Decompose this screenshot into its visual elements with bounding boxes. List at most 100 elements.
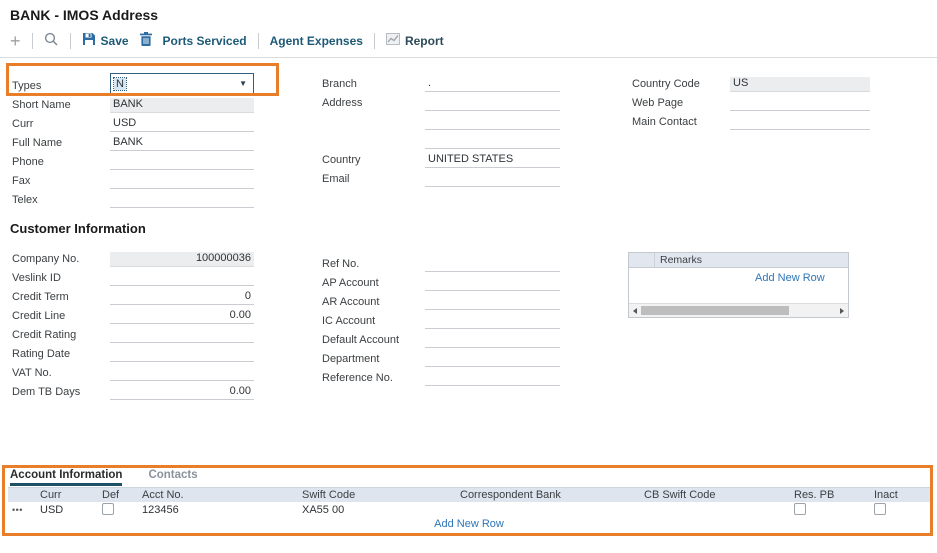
default-account-field[interactable]: [425, 333, 560, 348]
fax-field[interactable]: [110, 174, 254, 189]
main-contact-label: Main Contact: [632, 116, 730, 130]
remarks-add-new-row-link[interactable]: Add New Row: [755, 272, 825, 284]
telex-field[interactable]: [110, 193, 254, 208]
toolbar-separator: [374, 33, 375, 49]
def-checkbox[interactable]: [102, 503, 114, 515]
scrollbar-thumb[interactable]: [641, 306, 789, 315]
credit-term-field[interactable]: 0: [110, 290, 254, 305]
trash-icon: [140, 32, 152, 49]
agent-expenses-button[interactable]: Agent Expenses: [270, 34, 363, 48]
row-menu-icon[interactable]: •••: [8, 505, 36, 515]
ap-account-field[interactable]: [425, 276, 560, 291]
toolbar: + Save Ports Serviced Agent Expenses Rep…: [10, 29, 444, 52]
dem-tb-days-field[interactable]: 0.00: [110, 385, 254, 400]
types-label: Types: [12, 80, 110, 94]
company-no-label: Company No.: [12, 253, 110, 267]
col-header-res-pb[interactable]: Res. PB: [790, 489, 870, 501]
ports-serviced-button[interactable]: Ports Serviced: [163, 34, 247, 48]
address-line2-field[interactable]: [425, 115, 560, 130]
address-middle-column: Branch. Address CountryUNITED STATES Ema…: [322, 73, 560, 187]
address-line1-field[interactable]: [425, 96, 560, 111]
report-chart-icon: [386, 33, 400, 48]
credit-rating-field[interactable]: [110, 328, 254, 343]
search-button[interactable]: [44, 32, 59, 50]
rating-date-label: Rating Date: [12, 348, 110, 362]
tab-account-information[interactable]: Account Information: [10, 469, 122, 486]
scroll-right-icon[interactable]: [840, 308, 844, 314]
ar-account-field[interactable]: [425, 295, 560, 310]
address-spacer-label: [322, 147, 425, 149]
phone-field[interactable]: [110, 155, 254, 170]
address-label: Address: [322, 97, 425, 111]
full-name-label: Full Name: [12, 137, 110, 151]
res-pb-checkbox[interactable]: [794, 503, 806, 515]
row-acct-no-cell[interactable]: 123456: [138, 504, 298, 516]
search-icon: [44, 32, 59, 50]
default-account-label: Default Account: [322, 334, 425, 348]
col-header-cb-swift-code[interactable]: CB Swift Code: [640, 489, 790, 501]
row-curr-cell[interactable]: USD: [36, 504, 98, 516]
curr-field[interactable]: USD: [110, 117, 254, 132]
short-name-label: Short Name: [12, 99, 110, 113]
row-def-cell: [98, 503, 138, 518]
credit-line-field[interactable]: 0.00: [110, 309, 254, 324]
toolbar-separator: [258, 33, 259, 49]
remarks-column-header: Remarks: [655, 254, 702, 266]
address-line3-field[interactable]: [425, 134, 560, 149]
rating-date-field[interactable]: [110, 347, 254, 362]
delete-button[interactable]: [140, 32, 152, 49]
main-contact-field[interactable]: [730, 115, 870, 130]
vat-no-field[interactable]: [110, 366, 254, 381]
col-header-inact[interactable]: Inact: [870, 489, 930, 501]
branch-field[interactable]: .: [425, 77, 560, 92]
row-res-pb-cell: [790, 503, 870, 518]
chevron-down-icon: ▼: [239, 79, 247, 88]
dem-tb-days-label: Dem TB Days: [12, 386, 110, 400]
branch-label: Branch: [322, 78, 425, 92]
email-label: Email: [322, 173, 425, 187]
fax-label: Fax: [12, 175, 110, 189]
row-inact-cell: [870, 503, 930, 518]
department-field[interactable]: [425, 352, 560, 367]
save-button[interactable]: Save: [82, 32, 129, 49]
account-information-grid: Curr Def Acct No. Swift Code Corresponde…: [8, 487, 930, 534]
toolbar-separator: [70, 33, 71, 49]
ap-account-label: AP Account: [322, 277, 425, 291]
web-page-label: Web Page: [632, 97, 730, 111]
full-name-field[interactable]: BANK: [110, 136, 254, 151]
row-swift-code-cell[interactable]: XA55 00: [298, 504, 456, 516]
web-page-field[interactable]: [730, 96, 870, 111]
ref-no-field[interactable]: [425, 257, 560, 272]
types-value: N: [114, 78, 126, 90]
col-header-correspondent-bank[interactable]: Correspondent Bank: [456, 489, 640, 501]
company-no-field: 100000036: [110, 252, 254, 267]
remarks-handle-column: [629, 253, 655, 267]
country-label: Country: [322, 154, 425, 168]
reference-no-field[interactable]: [425, 371, 560, 386]
col-header-curr[interactable]: Curr: [36, 489, 98, 501]
save-icon: [82, 32, 96, 49]
inact-checkbox[interactable]: [874, 503, 886, 515]
address-right-column: Country CodeUS Web Page Main Contact: [632, 73, 870, 130]
country-field[interactable]: UNITED STATES: [425, 153, 560, 168]
veslink-id-field[interactable]: [110, 271, 254, 286]
veslink-id-label: Veslink ID: [12, 272, 110, 286]
col-header-acct-no[interactable]: Acct No.: [138, 489, 298, 501]
types-dropdown[interactable]: N ▼: [110, 73, 254, 94]
bottom-tabs: Account Information Contacts: [10, 469, 198, 486]
ic-account-field[interactable]: [425, 314, 560, 329]
table-row: ••• USD 123456 XA55 00: [8, 502, 930, 518]
grid-add-new-row-link[interactable]: Add New Row: [8, 518, 930, 533]
email-field[interactable]: [425, 172, 560, 187]
add-button[interactable]: +: [10, 33, 21, 49]
remarks-horizontal-scrollbar[interactable]: [629, 303, 848, 317]
scroll-left-icon[interactable]: [633, 308, 637, 314]
tab-contacts[interactable]: Contacts: [148, 469, 197, 486]
col-header-def[interactable]: Def: [98, 489, 138, 501]
reference-no-label: Reference No.: [322, 372, 425, 386]
ic-account-label: IC Account: [322, 315, 425, 329]
col-header-swift-code[interactable]: Swift Code: [298, 489, 456, 501]
customer-left-column: Company No.100000036 Veslink ID Credit T…: [12, 248, 254, 400]
report-button[interactable]: Report: [386, 33, 444, 48]
customer-middle-column: Ref No. AP Account AR Account IC Account…: [322, 253, 560, 386]
